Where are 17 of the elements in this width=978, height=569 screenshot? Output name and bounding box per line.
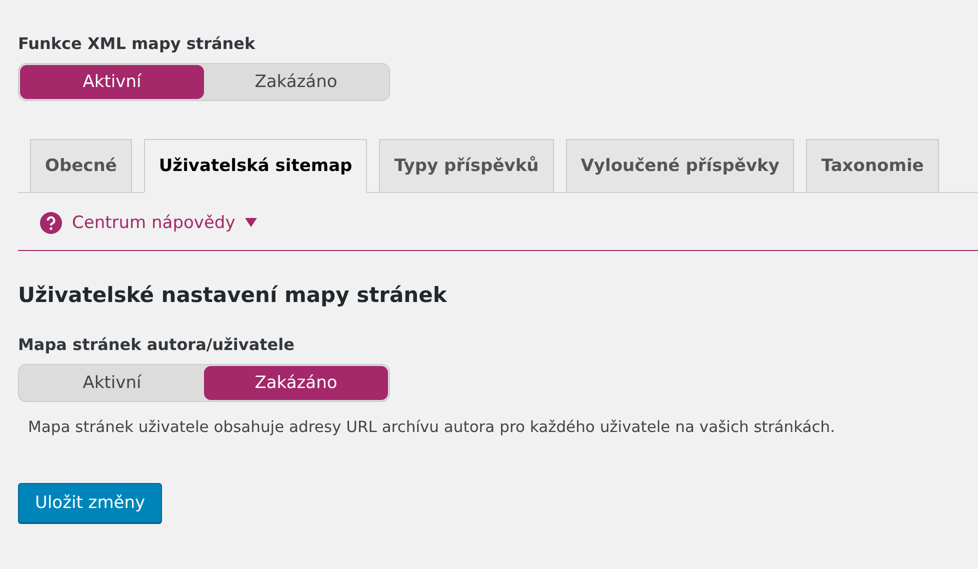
field-label: Funkce XML mapy stránek xyxy=(18,34,256,53)
caret-icon xyxy=(245,218,258,228)
toggle-option[interactable]: Zakázáno xyxy=(204,65,388,99)
toggle-option[interactable]: Aktivní xyxy=(20,65,204,99)
field-description: Mapa stránek uživatele obsahuje adresy URL archívu autora pro každého uživatele na vašich stránkách. xyxy=(28,418,836,436)
tab[interactable]: Typy příspěvků xyxy=(379,139,554,192)
toggle-option[interactable]: Zakázáno xyxy=(204,366,388,400)
toggle-option[interactable]: Aktivní xyxy=(20,366,204,400)
field-label: Mapa stránek autora/uživatele xyxy=(18,335,296,354)
help-icon xyxy=(40,212,62,234)
save-button[interactable]: Uložit změny xyxy=(18,483,162,523)
help-center-link[interactable]: Centrum nápovědy xyxy=(40,212,258,234)
tab[interactable]: Uživatelská sitemap xyxy=(144,139,368,193)
tab[interactable]: Taxonomie xyxy=(806,139,939,192)
tab[interactable]: Obecné xyxy=(30,139,132,192)
section-title: Uživatelské nastavení mapy stránek xyxy=(18,283,448,307)
tab[interactable]: Vyloučené příspěvky xyxy=(566,139,794,192)
